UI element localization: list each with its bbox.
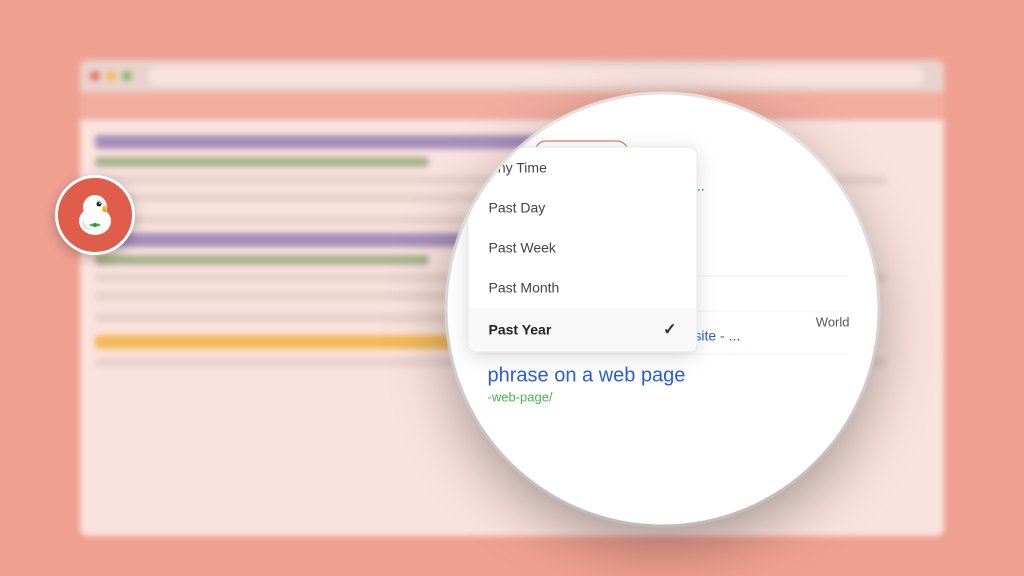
dropdown-item-label: Past Year <box>489 322 552 338</box>
safe-search-label: S... <box>809 143 827 157</box>
ddg-logo-circle <box>55 175 135 255</box>
time-filter-dropdown: Any Time Past Day Past Week Past Month P… <box>468 147 698 353</box>
selected-checkmark-icon: ✓ <box>663 320 676 340</box>
bg-url-bar <box>148 67 924 85</box>
world-text: World <box>816 315 850 330</box>
bg-titlebar <box>80 60 944 92</box>
dropdown-item-past-year[interactable]: Past Year ✓ <box>469 308 697 352</box>
bg-max-dot <box>122 71 132 81</box>
bg-close-dot <box>90 71 100 81</box>
ddg-duck-svg <box>67 187 123 243</box>
big-result-link: -web-page/ <box>478 390 848 405</box>
bg-line <box>95 157 429 167</box>
bg-min-dot <box>106 71 116 81</box>
dropdown-item-label: Any Time <box>489 160 547 176</box>
dropdown-item-past-month[interactable]: Past Month <box>469 268 697 308</box>
dropdown-item-label: Past Day <box>489 200 546 216</box>
dropdown-item-label: Past Week <box>489 240 556 256</box>
dropdown-item-past-day[interactable]: Past Day <box>469 188 697 228</box>
dropdown-item-past-week[interactable]: Past Week <box>469 228 697 268</box>
big-result-title: phrase on a web page <box>478 365 848 388</box>
magnifier-circle: te ▼ Past Year ▼ S... 5 Ways to Find Inf… <box>448 95 878 525</box>
dropdown-item-label: Past Month <box>489 280 560 296</box>
bg-line <box>95 255 429 265</box>
dropdown-item-any-time[interactable]: Any Time <box>469 148 697 188</box>
magnifier-content: te ▼ Past Year ▼ S... 5 Ways to Find Inf… <box>448 95 878 525</box>
background: te ▼ Past Year ▼ S... 5 Ways to Find Inf… <box>0 0 1024 576</box>
